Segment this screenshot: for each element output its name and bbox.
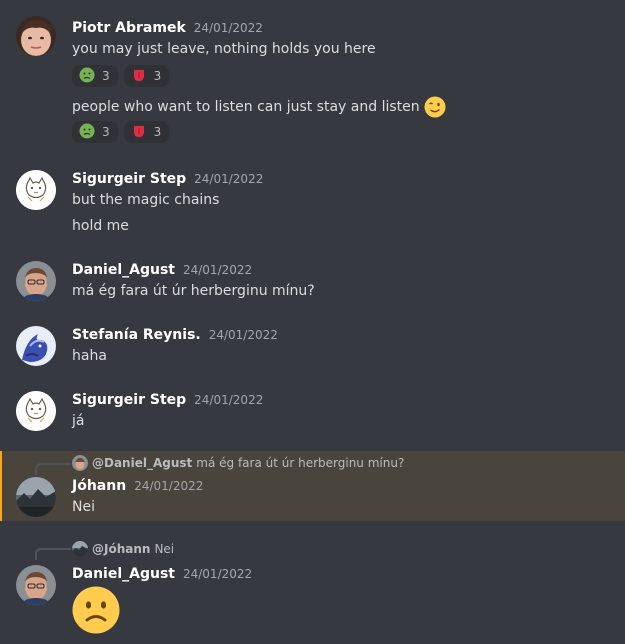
winking-face-icon <box>424 96 446 118</box>
timestamp: 24/01/2022 <box>193 21 263 35</box>
reply-connector <box>35 548 71 560</box>
avatar[interactable] <box>16 261 56 301</box>
message-text: hold me <box>72 218 129 234</box>
author-name[interactable]: Stefanía Reynis. <box>72 327 201 343</box>
avatar[interactable] <box>16 16 56 56</box>
reply-text: Nei <box>154 542 175 556</box>
reply-preview[interactable]: @Daniel_Agust má ég fara út úr herbergin… <box>72 455 404 471</box>
message-text: haha <box>72 348 107 364</box>
nauseated-face-icon <box>79 67 95 86</box>
tongue-icon <box>131 123 147 142</box>
message-text: má ég fara út úr herberginu mínu? <box>72 283 315 299</box>
timestamp: 24/01/2022 <box>182 263 253 277</box>
mention-highlight-bar <box>0 451 2 521</box>
reaction-count: 3 <box>102 125 110 139</box>
avatar[interactable] <box>16 326 56 366</box>
timestamp: 24/01/2022 <box>194 393 264 407</box>
message-text: Nei <box>72 499 95 515</box>
reply-avatar <box>72 541 88 557</box>
reply-preview[interactable]: @Jóhann Nei <box>72 541 174 557</box>
tongue-icon <box>131 67 147 86</box>
message-line: people who want to listen can just stay … <box>72 96 446 118</box>
timestamp: 24/01/2022 <box>182 567 253 581</box>
message-text: you may just leave, nothing holds you he… <box>72 41 376 57</box>
nauseated-face-icon <box>79 123 95 142</box>
timestamp: 24/01/2022 <box>134 479 204 493</box>
reply-text: má ég fara út úr herberginu mínu? <box>196 456 405 470</box>
reply-connector <box>35 463 71 475</box>
author-name[interactable]: Piotr Abramek <box>72 20 186 36</box>
reaction-button[interactable]: 3 <box>123 65 170 87</box>
reply-mention[interactable]: @Jóhann <box>92 542 150 556</box>
frowning-face-icon[interactable] <box>72 586 120 638</box>
author-name[interactable]: Sigurgeir Step <box>72 392 186 408</box>
reaction-button[interactable]: 3 <box>72 121 118 143</box>
reaction-count: 3 <box>153 125 162 139</box>
message-text: já <box>72 413 85 429</box>
author-name[interactable]: Daniel_Agust <box>72 262 175 278</box>
reply-mention[interactable]: @Daniel_Agust <box>92 456 192 470</box>
message-text: people who want to listen can just stay … <box>72 99 420 115</box>
reaction-count: 3 <box>102 69 110 83</box>
reply-avatar <box>72 455 88 471</box>
author-name[interactable]: Jóhann <box>72 478 126 494</box>
reaction-bar: 3 3 <box>72 121 170 143</box>
avatar[interactable] <box>16 477 56 517</box>
reaction-button[interactable]: 3 <box>72 65 118 87</box>
avatar[interactable] <box>16 391 56 431</box>
reaction-bar: 3 3 <box>72 65 170 87</box>
timestamp: 24/01/2022 <box>208 328 278 342</box>
author-name[interactable]: Sigurgeir Step <box>72 171 186 187</box>
message-text: but the magic chains <box>72 192 220 208</box>
avatar[interactable] <box>16 565 56 605</box>
author-name[interactable]: Daniel_Agust <box>72 566 175 582</box>
reaction-count: 3 <box>153 69 162 83</box>
reaction-button[interactable]: 3 <box>123 121 170 143</box>
timestamp: 24/01/2022 <box>194 172 264 186</box>
avatar[interactable] <box>16 170 56 210</box>
